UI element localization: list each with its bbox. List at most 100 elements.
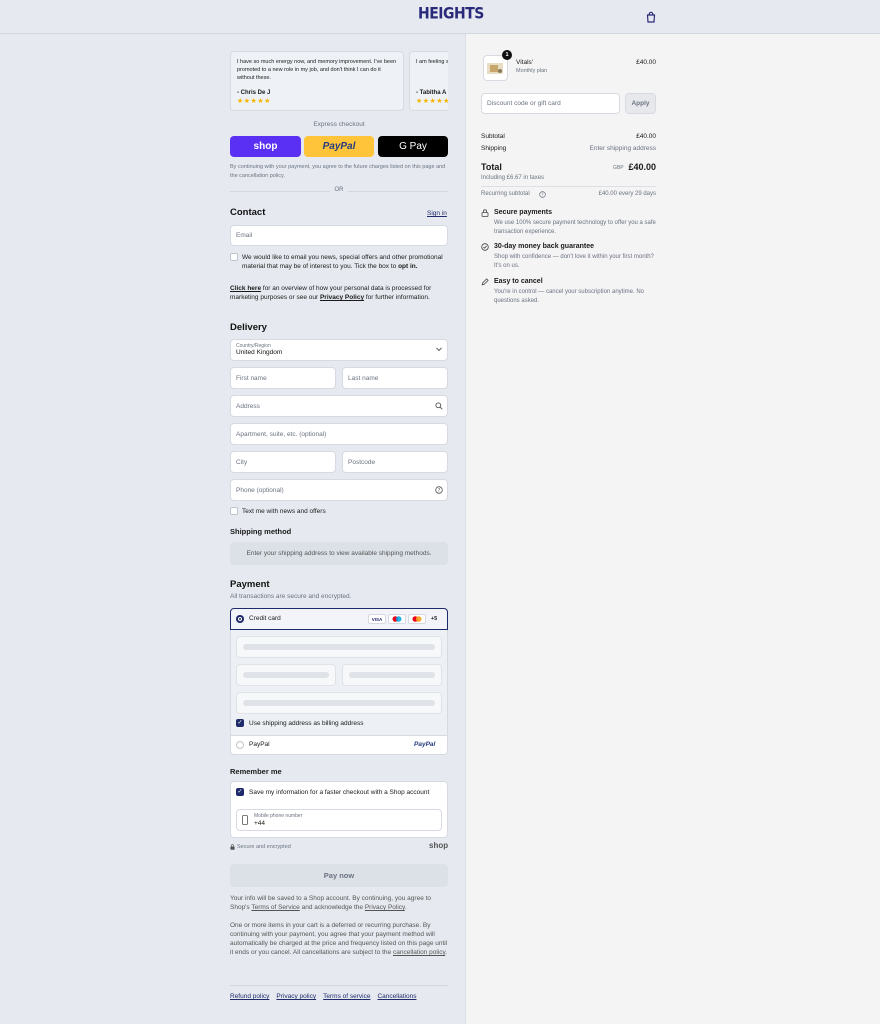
lock-icon [230, 844, 235, 850]
last-name-field[interactable]: Last name [342, 367, 448, 389]
loading-skeleton [349, 672, 435, 678]
billing-address-label: Use shipping address as billing address [249, 720, 364, 727]
terms-of-service-link[interactable]: Terms of Service [251, 904, 299, 911]
review-text: I have so much energy now, and memory im… [237, 59, 397, 81]
maestro-icon [388, 614, 406, 624]
mobile-phone-label: Mobile phone number [254, 813, 303, 819]
city-field[interactable]: City [230, 451, 336, 473]
benefit-text: Shop with confidence — don't love it wit… [494, 254, 654, 269]
total-label: Total [481, 162, 502, 172]
product-name: Vitals' [516, 59, 534, 66]
secure-encrypted-label: Secure and encrypted [237, 844, 291, 850]
footer-links: Refund policy Privacy policy Terms of serv… [230, 993, 460, 1000]
cancellation-policy-link[interactable]: cancellation policy [393, 949, 445, 956]
click-here-link[interactable]: Click here [230, 285, 261, 292]
brand-logo[interactable]: HEIGHTS [418, 5, 484, 28]
recurring-note: One or more items in your cart is a defe… [230, 921, 448, 957]
paypal-logo: PayPal [414, 741, 436, 748]
benefit-text: You're in control — cancel your subscrip… [494, 289, 644, 304]
text-offers-checkbox[interactable] [230, 507, 238, 515]
terms-of-service-footer-link[interactable]: Terms of service [323, 993, 370, 1000]
subtotal-label: Subtotal [481, 133, 505, 140]
shopping-bag-icon[interactable] [645, 11, 657, 23]
shop-note-end: . [404, 904, 407, 911]
loading-skeleton [243, 644, 435, 650]
google-pay-button[interactable]: G Pay [378, 136, 448, 157]
pay-now-button[interactable]: Pay now [230, 864, 448, 887]
address-field[interactable]: Address [230, 395, 448, 417]
order-summary-panel [465, 34, 880, 1024]
country-select[interactable]: Country/Region United Kingdom [230, 339, 448, 361]
review-text: I am feeling s recognise wh [416, 59, 448, 65]
svg-text:?: ? [438, 488, 441, 494]
privacy-policy-footer-link[interactable]: Privacy policy [276, 993, 316, 1000]
billing-address-checkbox[interactable]: ✓ [236, 719, 244, 727]
product-price: £40.00 [636, 59, 656, 66]
refund-policy-link[interactable]: Refund policy [230, 993, 269, 1000]
loading-skeleton [243, 700, 435, 706]
review-author: - Tabitha A [416, 90, 447, 96]
save-info-label: Save my information for a faster checkou… [249, 789, 430, 796]
payment-subtitle: All transactions are secure and encrypte… [230, 593, 352, 600]
total-value: £40.00 [628, 162, 656, 172]
pencil-icon [481, 278, 489, 286]
discount-code-field[interactable]: Discount code or gift card [481, 93, 620, 114]
mastercard-icon [408, 614, 426, 624]
optin-text: We would like to email you news, special… [242, 253, 448, 271]
divider [348, 191, 448, 192]
visa-icon: VISA [368, 614, 386, 624]
optin-bold: opt in. [398, 263, 418, 270]
sign-in-link[interactable]: Sign in [427, 210, 447, 217]
review-author: - Chris De J [237, 90, 271, 96]
privacy-policy-link[interactable]: Privacy Policy [320, 294, 364, 301]
save-info-checkbox[interactable]: ✓ [236, 788, 244, 796]
postcode-field[interactable]: Postcode [342, 451, 448, 473]
recurring-subtotal-label: Recurring subtotal [481, 191, 530, 197]
express-checkout-label: Express checkout [313, 121, 365, 128]
divider [481, 186, 656, 187]
first-name-field[interactable]: First name [230, 367, 336, 389]
product-image [487, 63, 503, 74]
benefit-title: Secure payments [494, 209, 552, 216]
text-offers-label: Text me with news and offers [242, 508, 326, 515]
email-optin-checkbox[interactable] [230, 253, 238, 261]
divider [230, 191, 330, 192]
express-note: By continuing with your payment, you agr… [230, 164, 446, 179]
email-field[interactable]: Email [230, 225, 448, 246]
apply-button[interactable]: Apply [625, 93, 656, 114]
credit-card-radio[interactable] [236, 615, 244, 623]
chevron-down-icon [436, 347, 442, 352]
check-circle-icon [481, 243, 489, 251]
country-value: United Kingdom [236, 349, 283, 356]
loading-skeleton [243, 672, 329, 678]
shop-pay-button[interactable]: shop [230, 136, 301, 157]
review-card: I am feeling s recognise wh - Tabitha A … [409, 51, 448, 111]
cancellations-link[interactable]: Cancellations [377, 993, 416, 1000]
shop-account-note: Your info will be saved to a Shop accoun… [230, 894, 448, 912]
remember-me-heading: Remember me [230, 767, 282, 776]
shop-privacy-link[interactable]: Privacy Policy [365, 904, 405, 911]
paypal-button[interactable]: PayPal [304, 136, 374, 157]
info-icon[interactable]: ? [539, 191, 546, 198]
benefit-text: We use 100% secure payment technology to… [494, 220, 656, 235]
quantity-badge: 1 [502, 50, 512, 60]
benefit-title: Easy to cancel [494, 278, 543, 285]
paypal-label: PayPal [249, 741, 270, 748]
shipping-label: Shipping [481, 145, 507, 152]
privacy-note: Click here for an overview of how your p… [230, 284, 448, 302]
search-icon [435, 402, 443, 410]
paypal-radio[interactable] [236, 741, 244, 749]
mobile-phone-value: +44 [254, 820, 266, 827]
phone-field[interactable]: Phone (optional) [230, 479, 448, 501]
credit-card-label: Credit card [249, 615, 281, 622]
shipping-method-heading: Shipping method [230, 527, 292, 536]
subtotal-value: £40.00 [636, 133, 656, 140]
more-cards-badge: +5 [430, 616, 438, 622]
review-stars: ★★★★★ [416, 98, 448, 105]
shipping-value: Enter shipping address [589, 145, 657, 152]
help-icon[interactable]: ? [435, 486, 443, 494]
review-card: I have so much energy now, and memory im… [230, 51, 404, 111]
shop-logo: shop [429, 841, 449, 850]
recurring-note-end: . [445, 949, 448, 956]
apartment-field[interactable]: Apartment, suite, etc. (optional) [230, 423, 448, 445]
